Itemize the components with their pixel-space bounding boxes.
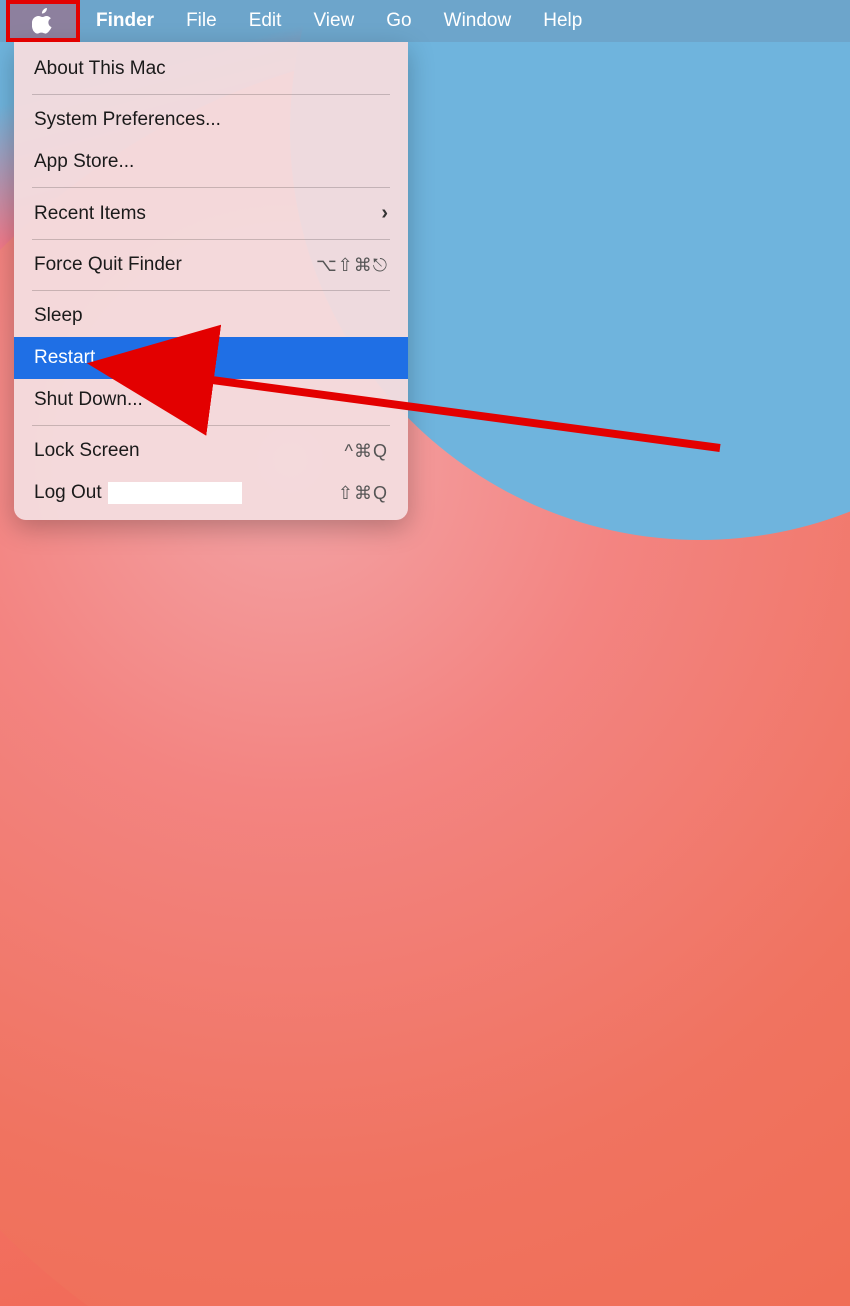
menu-force-quit[interactable]: Force Quit Finder ⌥⇧⌘⎋ [14, 244, 408, 286]
menu-app-store[interactable]: App Store... [14, 141, 408, 183]
menu-lock-screen[interactable]: Lock Screen ^⌘Q [14, 430, 408, 472]
menu-separator [32, 290, 390, 291]
menu-separator [32, 425, 390, 426]
menubar-file[interactable]: File [170, 0, 233, 42]
menubar-edit[interactable]: Edit [233, 0, 298, 42]
apple-menu-button[interactable] [6, 0, 80, 42]
menu-separator [32, 94, 390, 95]
redacted-username [108, 482, 242, 504]
menu-item-label: Restart... [34, 347, 111, 369]
menu-item-label: Lock Screen [34, 440, 140, 462]
apple-menu-dropdown: About This Mac System Preferences... App… [14, 42, 408, 520]
menubar-go[interactable]: Go [370, 0, 427, 42]
menubar-help[interactable]: Help [527, 0, 598, 42]
keyboard-shortcut: ⌥⇧⌘⎋ [316, 255, 388, 276]
menu-item-label: About This Mac [34, 58, 166, 80]
menu-item-label: Sleep [34, 305, 83, 327]
menu-item-label: App Store... [34, 151, 134, 173]
menu-item-label: System Preferences... [34, 109, 221, 131]
menu-log-out[interactable]: Log Out ⇧⌘Q [14, 472, 408, 514]
menu-restart[interactable]: Restart... [14, 337, 408, 379]
menubar-app-name[interactable]: Finder [80, 0, 170, 42]
chevron-right-icon: › [381, 202, 388, 225]
menu-sleep[interactable]: Sleep [14, 295, 408, 337]
apple-icon [32, 8, 54, 34]
keyboard-shortcut: ⇧⌘Q [338, 483, 388, 504]
keyboard-shortcut: ^⌘Q [345, 441, 388, 462]
menu-separator [32, 187, 390, 188]
menubar: Finder File Edit View Go Window Help [0, 0, 850, 42]
menubar-view[interactable]: View [297, 0, 370, 42]
menu-recent-items[interactable]: Recent Items › [14, 192, 408, 235]
menu-shut-down[interactable]: Shut Down... [14, 379, 408, 421]
menu-separator [32, 239, 390, 240]
menu-about-this-mac[interactable]: About This Mac [14, 48, 408, 90]
menubar-window[interactable]: Window [428, 0, 528, 42]
menu-system-preferences[interactable]: System Preferences... [14, 99, 408, 141]
menu-item-label: Shut Down... [34, 389, 143, 411]
menu-item-label: Recent Items [34, 203, 146, 225]
menu-item-label: Force Quit Finder [34, 254, 182, 276]
menu-item-label: Log Out [34, 482, 242, 504]
